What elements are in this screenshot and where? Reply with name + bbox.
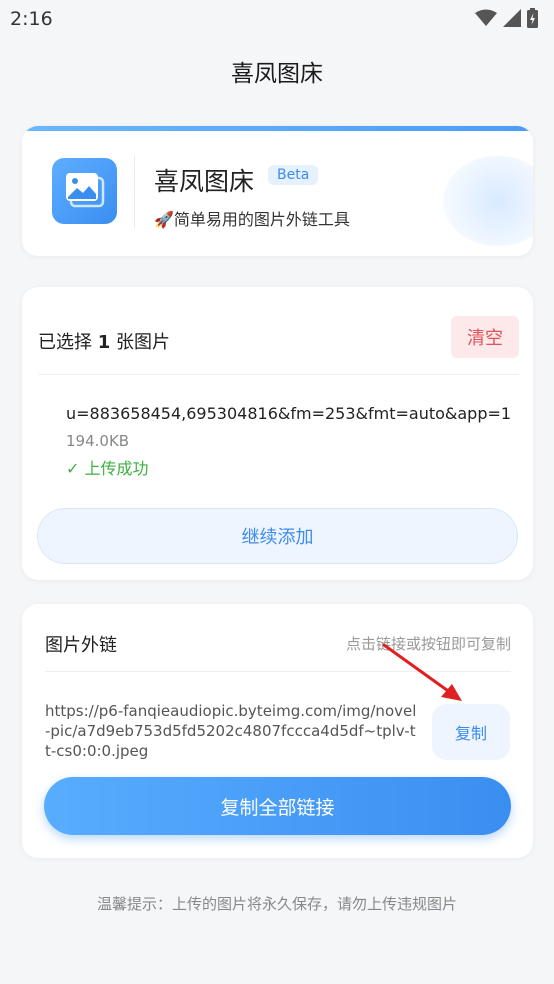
divider [45, 671, 511, 672]
status-bar: 2:16 [0, 0, 554, 40]
file-size: 194.0KB [66, 432, 130, 450]
selection-card: 已选择 1 张图片 清空 u=883658454,695304816&fm=25… [22, 287, 533, 580]
selection-title: 已选择 1 张图片 [38, 328, 170, 354]
selection-count: 1 [97, 332, 111, 353]
brand-name: 喜凤图床 [154, 167, 255, 196]
image-links-card: 图片外链 点击链接或按钮即可复制 https://p6-fanqieaudiop… [22, 604, 533, 858]
page-title: 喜凤图床 [231, 61, 323, 87]
image-gallery-icon [65, 173, 104, 208]
continue-add-button[interactable]: 继续添加 [37, 508, 518, 564]
clear-button[interactable]: 清空 [451, 316, 519, 358]
beta-badge: Beta [268, 165, 319, 185]
footer-tip: 温馨提示：上传的图片将永久保存，请勿上传违规图片 [96, 895, 457, 913]
divider [38, 374, 519, 375]
selection-title-prefix: 已选择 [38, 332, 92, 353]
upload-status: ✓ 上传成功 [66, 459, 149, 478]
signal-icon [503, 9, 521, 27]
header-accent-bar [22, 126, 533, 131]
links-title: 图片外链 [45, 635, 117, 656]
wifi-icon [475, 9, 497, 26]
status-time: 2:16 [10, 8, 53, 30]
image-link-url[interactable]: https://p6-fanqieaudiopic.byteimg.com/im… [45, 701, 417, 761]
battery-icon [527, 8, 538, 28]
selection-title-suffix: 张图片 [116, 332, 170, 353]
links-hint: 点击链接或按钮即可复制 [345, 635, 511, 653]
copy-button[interactable]: 复制 [432, 704, 510, 760]
status-icons [475, 8, 538, 28]
header-divider [134, 156, 135, 228]
copy-all-links-button[interactable]: 复制全部链接 [44, 777, 511, 835]
app-logo [52, 158, 117, 224]
decorative-glow [443, 156, 533, 246]
app-header-card: 喜凤图床 Beta 🚀简单易用的图片外链工具 [22, 126, 533, 256]
slogan: 🚀简单易用的图片外链工具 [154, 210, 350, 229]
file-name: u=883658454,695304816&fm=253&fmt=auto&ap… [66, 404, 512, 423]
